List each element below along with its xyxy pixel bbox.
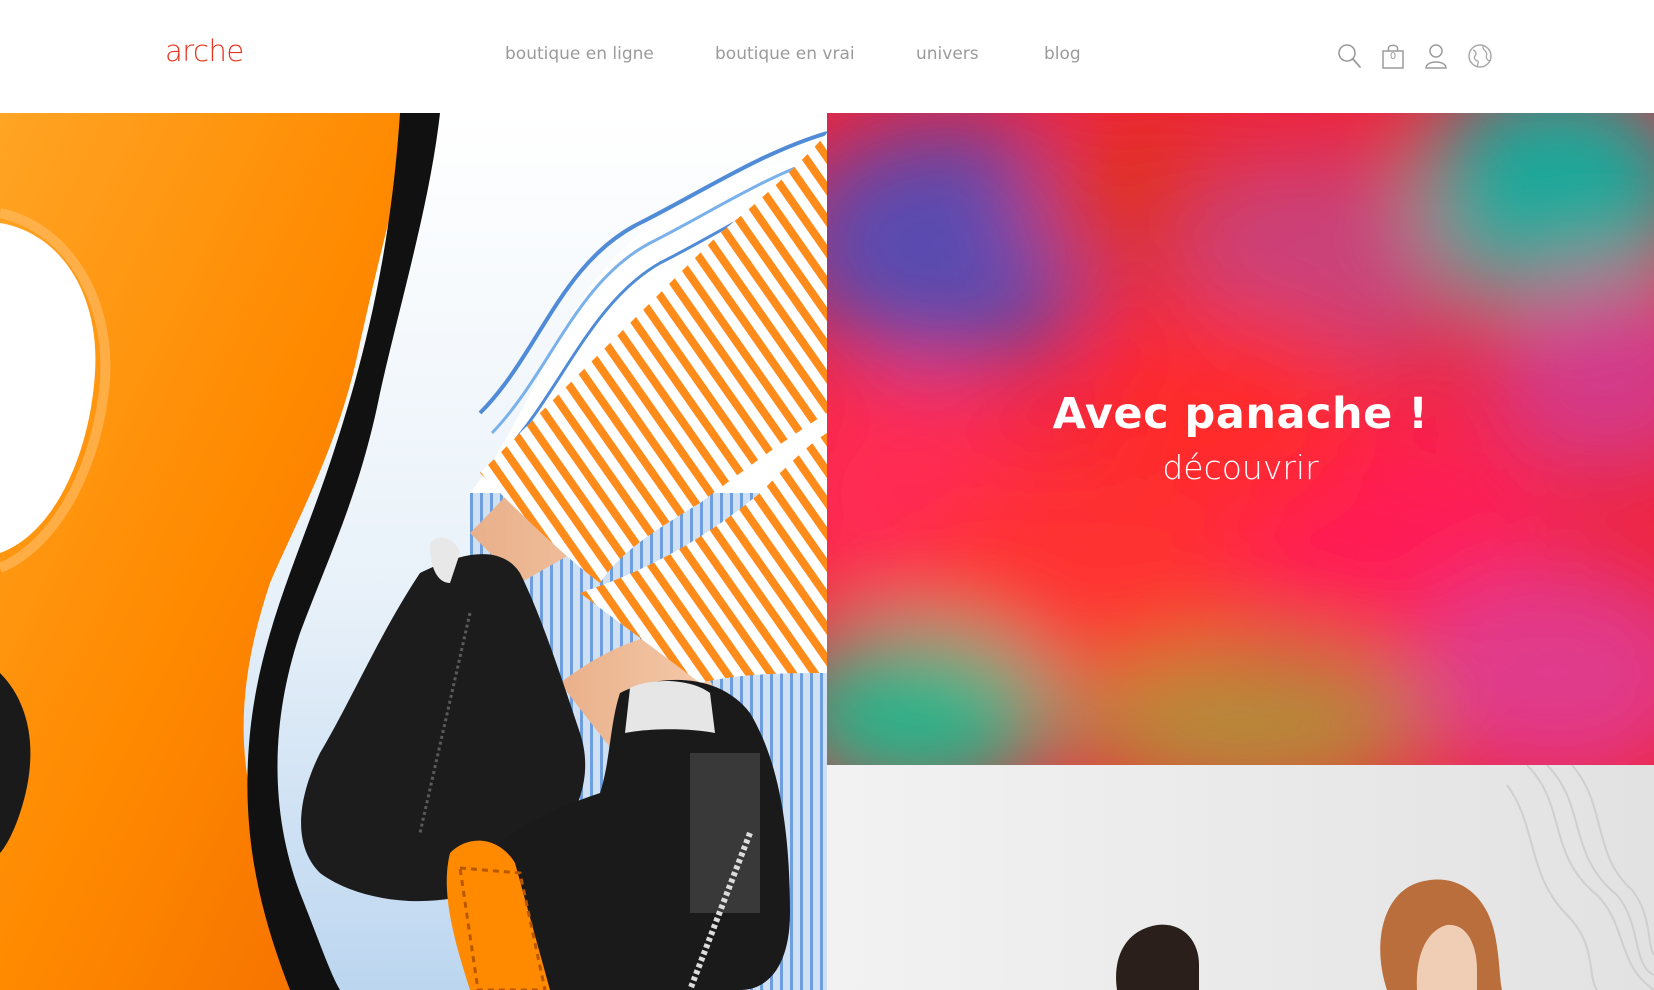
promo-banner[interactable]: Avec panache ! découvrir <box>827 113 1654 765</box>
search-icon[interactable] <box>1336 42 1362 70</box>
hero-image-people[interactable] <box>827 765 1654 990</box>
site-header: arche boutique en ligne boutique en vrai… <box>0 0 1654 113</box>
people-illustration <box>827 765 1654 990</box>
boots-illustration <box>0 113 827 990</box>
nav-item-boutique-en-vrai[interactable]: boutique en vrai <box>715 44 855 64</box>
discover-link[interactable]: découvrir <box>827 448 1654 487</box>
shopping-bag-icon[interactable]: 0 <box>1380 42 1406 70</box>
nav-item-blog[interactable]: blog <box>1044 44 1081 64</box>
cart-count: 0 <box>1389 51 1397 62</box>
hero-image-boots[interactable] <box>0 113 827 990</box>
nav-item-boutique-en-ligne[interactable]: boutique en ligne <box>505 44 654 64</box>
abstract-gradient-background <box>827 113 1654 765</box>
promo-title[interactable]: Avec panache ! <box>827 389 1654 439</box>
brand-logo[interactable]: arche <box>165 34 244 68</box>
globe-icon[interactable] <box>1467 42 1493 70</box>
nav-item-univers[interactable]: univers <box>916 44 979 64</box>
header-icons: 0 <box>1336 42 1496 72</box>
user-icon[interactable] <box>1423 42 1449 70</box>
